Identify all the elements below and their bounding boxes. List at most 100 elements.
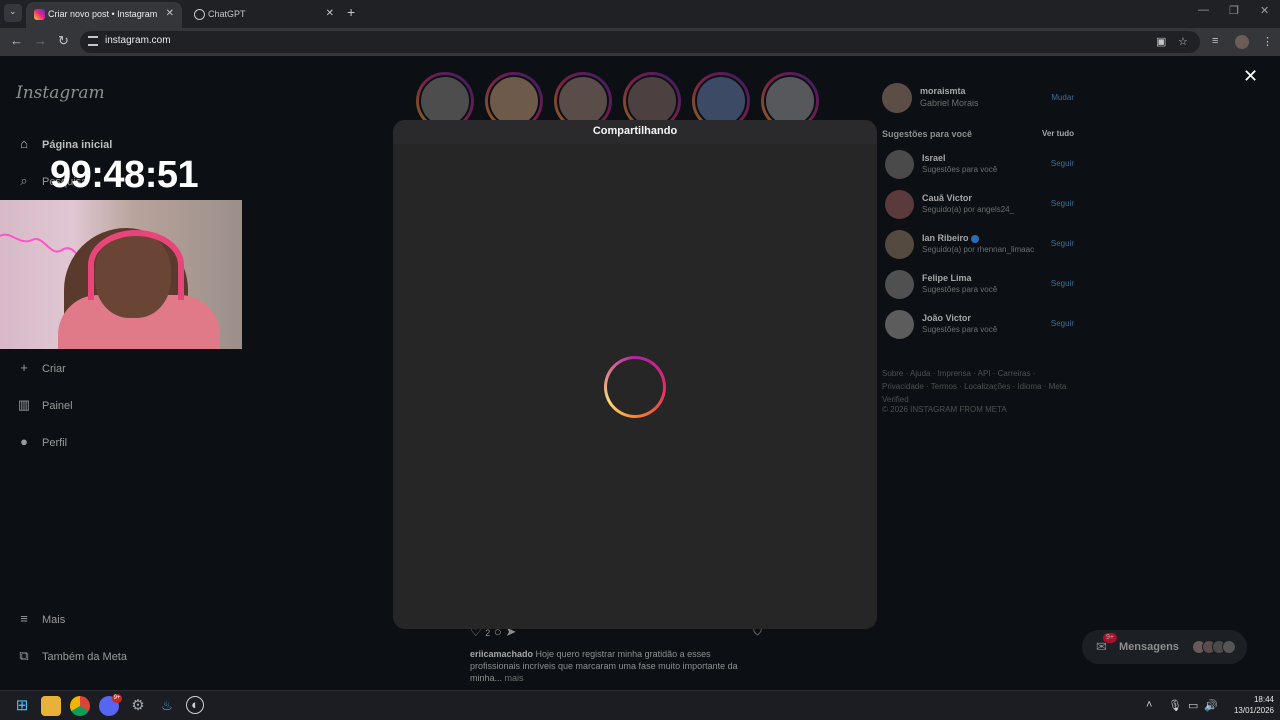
avatar[interactable] xyxy=(882,83,912,113)
search-icon: ⌕ xyxy=(20,173,28,188)
suggestion-name[interactable]: Ian Ribeiro xyxy=(922,233,980,243)
suggestion-sub: Sugestões para você xyxy=(922,285,998,294)
headphones xyxy=(88,230,184,300)
forward-button[interactable]: → xyxy=(34,33,47,48)
message-avatars xyxy=(1192,640,1240,654)
instagram-page: Instagram ⌂ Página inicial ⌕ Pesquisa + Cri… xyxy=(0,56,1280,690)
nav-more[interactable]: ≡ Mais xyxy=(16,611,65,626)
copyright: © 2026 INSTAGRAM FROM META xyxy=(882,405,1007,414)
current-fullname: Gabriel Morais xyxy=(920,98,979,108)
system-clock[interactable]: 18:44 13/01/2026 xyxy=(1222,694,1274,716)
url-text[interactable]: instagram.com xyxy=(105,35,171,46)
avatar[interactable] xyxy=(885,230,914,259)
suggestion-name[interactable]: João Victor xyxy=(922,313,971,323)
suggestion-item: Ian Ribeiro Seguido(a) por rhennan_limaa… xyxy=(882,230,1074,262)
tab-close-icon[interactable]: ✕ xyxy=(326,2,334,26)
nav-label: Página inicial xyxy=(42,139,113,151)
messages-badge: 9+ xyxy=(1103,633,1117,643)
windows-start-icon[interactable]: ⊞ xyxy=(12,696,32,716)
current-username[interactable]: moraismta xyxy=(920,86,966,96)
network-icon[interactable]: ▭ xyxy=(1188,699,1198,712)
browser-toolbar: ← → ↻ instagram.com ▣ ☆ ≡ ⋮ xyxy=(0,28,1280,56)
suggestion-item: João Victor Sugestões para você Seguir xyxy=(882,310,1074,342)
avatar xyxy=(1222,640,1236,654)
new-tab-button[interactable]: + xyxy=(347,4,355,20)
tab-instagram[interactable]: Criar novo post • Instagram ✕ xyxy=(26,2,182,28)
browser-menu-icon[interactable]: ⋮ xyxy=(1262,35,1273,48)
plus-icon: + xyxy=(20,360,28,375)
post-author[interactable]: eriicamachado xyxy=(470,649,533,659)
chrome-icon[interactable] xyxy=(70,696,90,716)
avatar[interactable] xyxy=(885,270,914,299)
nav-label: Criar xyxy=(42,363,66,375)
nav-dashboard[interactable]: ▥ Painel xyxy=(16,397,73,413)
tab-close-icon[interactable]: ✕ xyxy=(166,2,174,26)
default-avatar-icon[interactable] xyxy=(885,310,914,339)
suggestion-sub: Sugestões para você xyxy=(922,325,998,334)
restore-button[interactable]: ❐ xyxy=(1229,4,1239,17)
media-controls-icon[interactable]: ≡ xyxy=(1212,35,1218,47)
window-close-button[interactable]: ✕ xyxy=(1260,4,1269,17)
nav-create[interactable]: + Criar xyxy=(16,360,66,375)
volume-icon[interactable]: 🔊 xyxy=(1204,699,1218,712)
suggestion-item: Cauã Victor Seguido(a) por angels24_ Seg… xyxy=(882,190,1074,222)
follow-button[interactable]: Seguir xyxy=(1051,239,1074,248)
post-caption: eriicamachado Hoje quero registrar minha… xyxy=(470,648,760,684)
clock-date: 13/01/2026 xyxy=(1233,706,1274,715)
suggestion-name[interactable]: Felipe Lima xyxy=(922,273,972,283)
close-modal-button[interactable]: ✕ xyxy=(1243,66,1258,87)
nav-label: Mais xyxy=(42,614,66,626)
steam-icon[interactable]: ♨ xyxy=(157,696,177,716)
chatgpt-favicon-icon xyxy=(194,9,205,20)
more-link[interactable]: mais xyxy=(505,673,524,683)
avatar[interactable] xyxy=(885,150,914,179)
nav-profile[interactable]: ● Perfil xyxy=(16,434,67,449)
site-info-icon[interactable] xyxy=(88,36,98,46)
sharing-modal xyxy=(393,144,877,629)
instagram-logo[interactable]: Instagram xyxy=(16,83,105,103)
messages-button[interactable]: ✉ 9+ Mensagens xyxy=(1082,630,1247,664)
modal-title: Compartilhando xyxy=(393,120,877,144)
nav-label: Perfil xyxy=(42,437,68,449)
bookmark-star-icon[interactable]: ☆ xyxy=(1178,35,1188,48)
suggestion-name-text: Ian Ribeiro xyxy=(922,233,969,243)
microphone-icon[interactable]: 🎙 xyxy=(1168,699,1182,712)
tab-strip: ⌄ Criar novo post • Instagram ✕ ChatGPT … xyxy=(0,0,1280,28)
suggestion-sub: Seguido(a) por angels24_ xyxy=(922,205,1015,214)
suggestion-item: Felipe Lima Sugestões para você Seguir xyxy=(882,270,1074,302)
install-app-icon[interactable]: ▣ xyxy=(1156,35,1166,48)
tab-title: ChatGPT xyxy=(208,9,246,19)
follow-button[interactable]: Seguir xyxy=(1051,279,1074,288)
discord-badge: 9+ xyxy=(112,694,122,703)
instagram-favicon-icon xyxy=(34,9,45,20)
suggestion-name[interactable]: Israel xyxy=(922,153,946,163)
webcam-overlay xyxy=(0,200,242,349)
loading-spinner-icon xyxy=(604,356,666,418)
chevron-down-icon: ⌄ xyxy=(9,6,17,16)
tray-overflow-icon[interactable]: ˄ xyxy=(1146,699,1152,711)
minimize-button[interactable]: — xyxy=(1198,4,1209,16)
follow-button[interactable]: Seguir xyxy=(1051,319,1074,328)
obs-icon[interactable]: ◐ xyxy=(186,696,204,714)
tab-search-button[interactable]: ⌄ xyxy=(4,4,22,22)
avatar[interactable] xyxy=(885,190,914,219)
file-explorer-icon[interactable] xyxy=(41,696,61,716)
suggestion-item: Israel Sugestões para você Seguir xyxy=(882,150,1074,182)
address-bar[interactable]: instagram.com xyxy=(80,31,1200,53)
see-all-link[interactable]: Ver tudo xyxy=(1042,129,1074,138)
follow-button[interactable]: Seguir xyxy=(1051,199,1074,208)
clock-time: 18:44 xyxy=(1253,695,1274,704)
switch-account-link[interactable]: Mudar xyxy=(1051,93,1074,102)
nav-home[interactable]: ⌂ Página inicial xyxy=(16,136,112,151)
settings-gear-icon[interactable]: ⚙ xyxy=(128,696,148,716)
reload-button[interactable]: ↻ xyxy=(58,33,69,49)
back-button[interactable]: ← xyxy=(10,33,23,48)
footer-links[interactable]: Sobre · Ajuda · Imprensa · API · Carreir… xyxy=(882,367,1077,406)
menu-icon: ≡ xyxy=(20,611,28,626)
tab-title: Criar novo post • Instagram xyxy=(48,9,158,19)
tab-chatgpt[interactable]: ChatGPT ✕ xyxy=(186,2,342,28)
suggestion-name[interactable]: Cauã Victor xyxy=(922,193,972,203)
profile-avatar[interactable] xyxy=(1235,35,1249,49)
nav-also-from-meta[interactable]: ⧉ Também da Meta xyxy=(16,648,127,664)
follow-button[interactable]: Seguir xyxy=(1051,159,1074,168)
